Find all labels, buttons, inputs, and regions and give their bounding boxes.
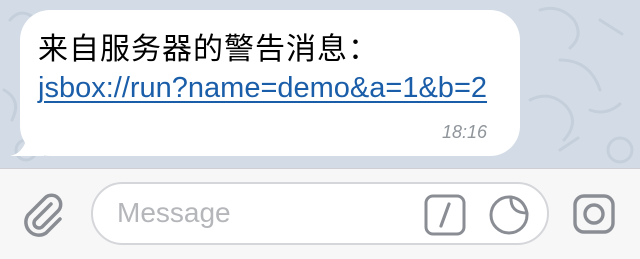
slash-command-icon[interactable]: [424, 194, 466, 236]
message-placeholder: Message: [117, 197, 231, 228]
paperclip-icon[interactable]: [18, 190, 68, 240]
message-text: 来自服务器的警告消息：: [38, 32, 379, 67]
message-link[interactable]: jsbox://run?name=demo&a=1&b=2: [38, 68, 508, 108]
camera-icon[interactable]: [570, 190, 618, 238]
sticker-icon[interactable]: [488, 194, 530, 236]
message-timestamp: 18:16: [442, 122, 488, 142]
